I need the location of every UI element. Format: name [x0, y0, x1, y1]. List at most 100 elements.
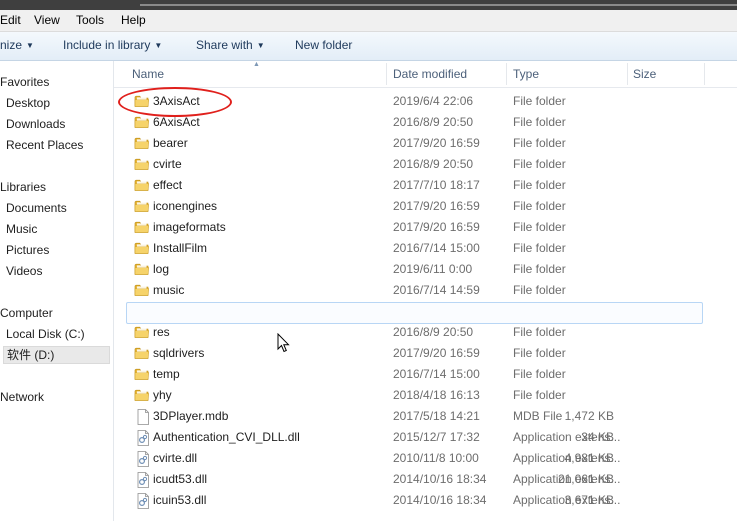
nav-libraries[interactable]: Libraries: [0, 180, 46, 194]
share-with-button[interactable]: Share with ▼: [196, 38, 265, 52]
file-date: 2016/7/14 14:59: [393, 283, 480, 297]
folder-icon: [134, 283, 150, 297]
file-date: 2016/7/14 15:00: [393, 241, 480, 255]
nav-pictures[interactable]: Pictures: [6, 243, 49, 257]
column-divider[interactable]: [506, 63, 507, 85]
file-name: cvirte.dll: [153, 451, 198, 465]
folder-icon: [134, 220, 150, 234]
file-date: 2017/5/18 14:21: [393, 409, 480, 423]
menu-view[interactable]: View: [34, 13, 60, 27]
folder-icon: [134, 388, 150, 402]
file-name: music: [153, 283, 185, 297]
file-size: 34 KB: [581, 430, 614, 444]
folder-icon: [134, 136, 150, 150]
file-row[interactable]: temp 2016/7/14 15:00 File folder: [114, 364, 737, 385]
column-size[interactable]: Size: [633, 67, 656, 81]
file-date: 2019/6/11 0:00: [393, 262, 473, 276]
menu-tools[interactable]: Tools: [76, 13, 104, 27]
chevron-down-icon: ▼: [256, 41, 265, 50]
file-date: 2017/7/10 18:17: [393, 178, 480, 192]
title-line: [140, 4, 737, 6]
file-size: 1,472 KB: [564, 409, 614, 423]
nav-drive-d[interactable]: 软件 (D:): [3, 346, 110, 364]
file-row[interactable]: res 2016/8/9 20:50 File folder: [114, 322, 737, 343]
file-row[interactable]: 3DPlayer.mdb 2017/5/18 14:21 MDB File 1,472…: [114, 406, 737, 427]
nav-favorites[interactable]: Favorites: [0, 75, 49, 89]
menu-edit[interactable]: Edit: [0, 13, 21, 27]
file-size: 21,061 KB: [557, 472, 614, 486]
file-name: icuin53.dll: [153, 493, 207, 507]
file-date: 2016/8/9 20:50: [393, 115, 474, 129]
column-type[interactable]: Type: [513, 67, 539, 81]
new-folder-button[interactable]: New folder: [295, 38, 352, 52]
folder-icon: [134, 346, 150, 360]
column-divider[interactable]: [704, 63, 705, 85]
file-type: File folder: [513, 94, 566, 108]
nav-documents[interactable]: Documents: [6, 201, 67, 215]
folder-icon: [134, 157, 150, 171]
nav-music[interactable]: Music: [6, 222, 37, 236]
file-date: 2018/4/18 16:13: [393, 388, 480, 402]
organize-button[interactable]: nize ▼: [0, 38, 34, 52]
column-divider[interactable]: [627, 63, 628, 85]
folder-icon: [134, 262, 150, 276]
file-row[interactable]: 6AxisAct 2016/8/9 20:50 File folder: [114, 112, 737, 133]
file-date: 2014/10/16 18:34: [393, 472, 487, 486]
file-row[interactable]: Authentication_CVI_DLL.dll 2015/12/7 17:3…: [114, 427, 737, 448]
file-row[interactable]: iconengines 2017/9/20 16:59 File folder: [114, 196, 737, 217]
file-type: File folder: [513, 157, 566, 171]
file-row[interactable]: effect 2017/7/10 18:17 File folder: [114, 175, 737, 196]
file-rows: 3AxisAct 2019/6/4 22:06 File folder 6AxisAc…: [114, 91, 737, 511]
nav-desktop[interactable]: Desktop: [6, 96, 50, 110]
file-type: File folder: [513, 178, 566, 192]
file-row[interactable]: log 2019/6/11 0:00 File folder: [114, 259, 737, 280]
file-row[interactable]: sqldrivers 2017/9/20 16:59 File folder: [114, 343, 737, 364]
file-date: 2017/9/20 16:59: [393, 346, 480, 360]
nav-network[interactable]: Network: [0, 390, 44, 404]
file-row[interactable]: music 2016/7/14 14:59 File folder: [114, 280, 737, 301]
file-name: res: [153, 325, 170, 339]
include-in-library-button[interactable]: Include in library ▼: [63, 38, 162, 52]
file-type: File folder: [513, 199, 566, 213]
folder-icon: [134, 178, 150, 192]
file-row[interactable]: InstallFilm 2016/7/14 15:00 File folder: [114, 238, 737, 259]
dll-icon: [136, 451, 152, 467]
nav-recent-places[interactable]: Recent Places: [6, 138, 83, 152]
organize-label: nize: [0, 38, 23, 52]
file-date: 2017/9/20 16:59: [393, 136, 480, 150]
folder-icon: [134, 199, 150, 213]
column-date-modified[interactable]: Date modified: [393, 67, 467, 81]
file-name: 6AxisAct: [153, 115, 200, 129]
file-name: InstallFilm: [153, 241, 208, 255]
menu-help[interactable]: Help: [121, 13, 146, 27]
file-type: File folder: [513, 388, 566, 402]
file-type: File folder: [513, 367, 566, 381]
file-row[interactable]: cvirte 2016/8/9 20:50 File folder: [114, 154, 737, 175]
file-name: Authentication_CVI_DLL.dll: [153, 430, 300, 444]
file-row[interactable]: icuin53.dll 2014/10/16 18:34 Application e…: [114, 490, 737, 511]
file-type: File folder: [513, 220, 566, 234]
column-name[interactable]: Name: [132, 67, 164, 81]
file-type: File folder: [513, 346, 566, 360]
dll-icon: [136, 472, 152, 488]
mouse-cursor-icon: [277, 333, 290, 353]
file-type: File folder: [513, 325, 566, 339]
file-date: 2017/9/20 16:59: [393, 199, 480, 213]
file-type: File folder: [513, 136, 566, 150]
nav-computer[interactable]: Computer: [0, 306, 53, 320]
column-divider[interactable]: [386, 63, 387, 85]
file-name: cvirte: [153, 157, 182, 171]
nav-videos[interactable]: Videos: [6, 264, 42, 278]
file-row[interactable]: yhy 2018/4/18 16:13 File folder: [114, 385, 737, 406]
file-row[interactable]: imageformats 2017/9/20 16:59 File folder: [114, 217, 737, 238]
file-row[interactable]: bearer 2017/9/20 16:59 File folder: [114, 133, 737, 154]
column-headers: ▲ Name Date modified Type Size: [114, 61, 737, 88]
nav-downloads[interactable]: Downloads: [6, 117, 65, 131]
share-label: Share with: [196, 38, 253, 52]
file-row[interactable]: cvirte.dll 2010/11/8 10:00 Application ext…: [114, 448, 737, 469]
file-list-pane: ▲ Name Date modified Type Size 3AxisAct 2…: [114, 61, 737, 521]
nav-local-disk-c[interactable]: Local Disk (C:): [6, 327, 85, 341]
file-name: imageformats: [153, 220, 226, 234]
file-date: 2016/7/14 15:00: [393, 367, 480, 381]
file-row[interactable]: icudt53.dll 2014/10/16 18:34 Application e…: [114, 469, 737, 490]
